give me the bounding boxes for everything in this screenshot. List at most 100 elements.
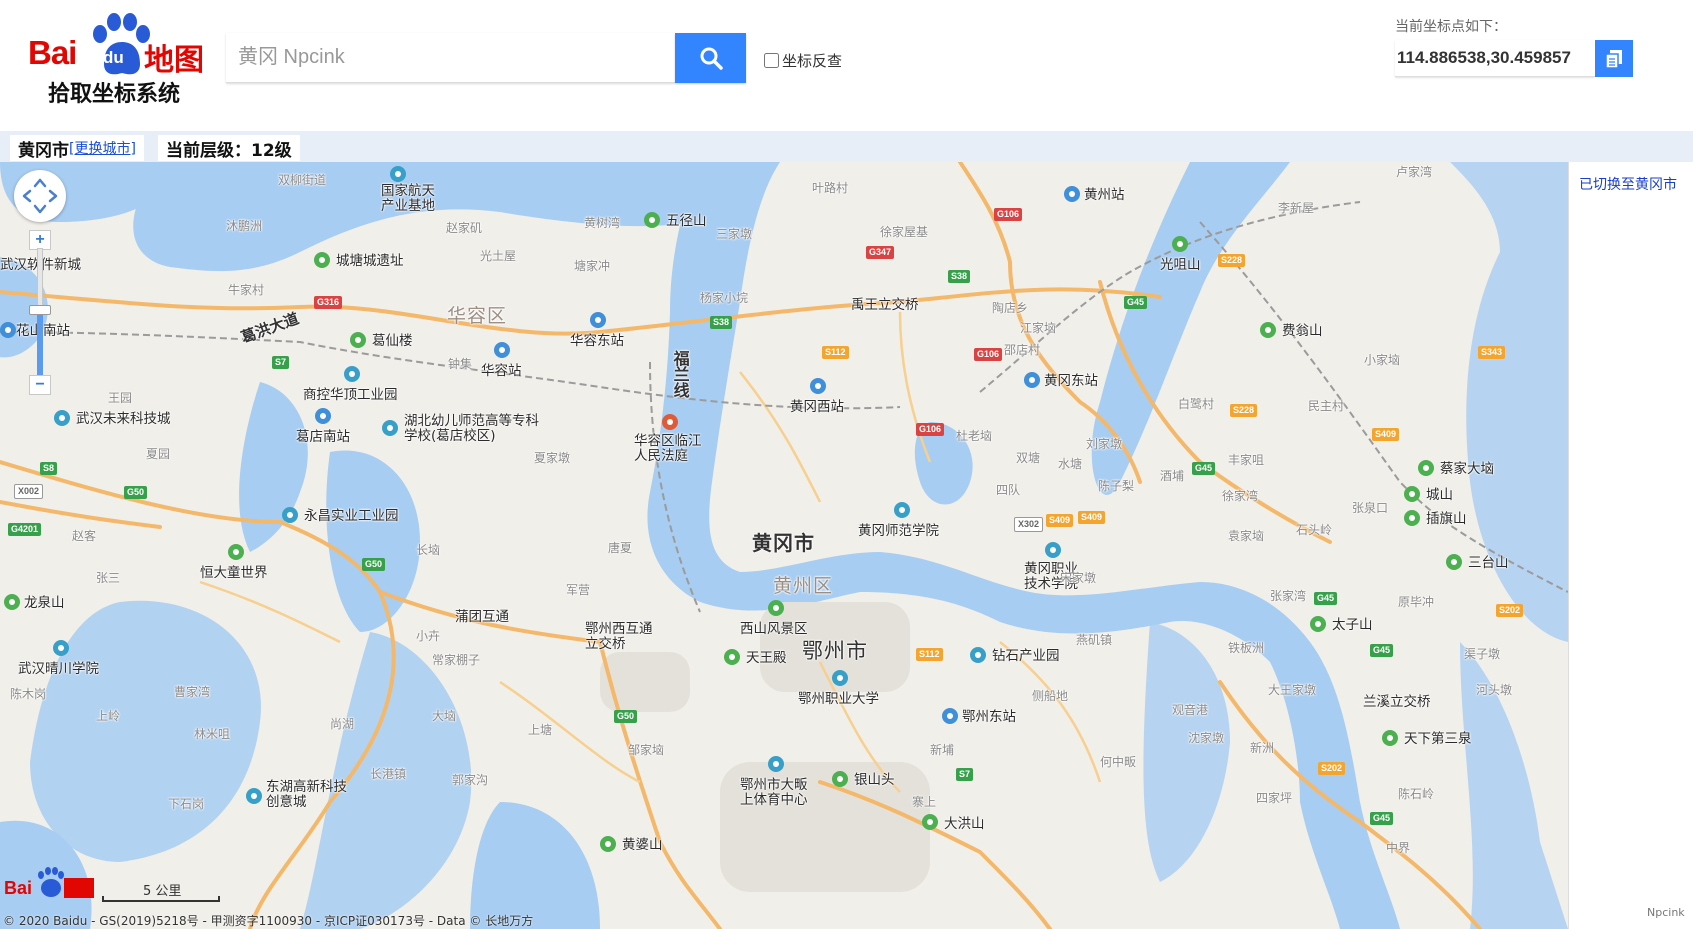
map-label-place: 军营 — [566, 583, 591, 597]
map-label-huashan-south-station: 花山南站 — [16, 323, 70, 339]
map-label-place: 观音港 — [1172, 703, 1209, 717]
road-shield-s228: S228 — [1230, 404, 1258, 417]
gym-marker-icon[interactable] — [768, 756, 784, 772]
baidu-map-mini-logo: Bai — [4, 867, 94, 898]
map-label-place: 中界 — [1386, 841, 1411, 855]
map-label-place: 邵店村 — [1004, 343, 1041, 357]
scenic-marker-icon[interactable] — [922, 814, 938, 830]
scenic-marker-icon[interactable] — [1172, 236, 1188, 252]
map-label-ezhou-east-station: 鄂州东站 — [962, 709, 1016, 725]
map-label-feiwengshan: 费翁山 — [1282, 323, 1323, 339]
map-canvas[interactable]: 黄冈市 黄州区 鄂州市 华容区 葛洪大道 福兰线 禹王立交桥 蒲团互通 鄂州西互… — [0, 162, 1568, 929]
zoom-slider-handle[interactable] — [29, 305, 51, 315]
map-label-xishan-scenic: 西山风景区 — [740, 621, 808, 637]
road-shield-g45: G45 — [1192, 462, 1216, 475]
scenic-marker-icon[interactable] — [832, 771, 848, 787]
map-label-court: 华容区临江人民法庭 — [634, 433, 702, 464]
map-label-place: 陈子梨 — [1098, 479, 1135, 493]
park-marker-icon[interactable] — [246, 788, 262, 804]
header: Bai du 地图 拾取坐标系统 坐标反查 当前坐标点如下： — [0, 0, 1693, 131]
scenic-marker-icon[interactable] — [1404, 486, 1420, 502]
road-shield-g106: G106 — [916, 423, 945, 436]
court-marker-icon[interactable] — [662, 414, 678, 430]
map-label-huanggang-normal-univ: 黄冈师范学院 — [858, 523, 939, 539]
zoom-in-button[interactable]: + — [29, 230, 51, 250]
scenic-marker-icon[interactable] — [1382, 730, 1398, 746]
map-label-ezhou-city: 鄂州市 — [802, 639, 868, 663]
road-shield-g106: G106 — [974, 348, 1003, 361]
map-label-place: 下石岗 — [168, 797, 205, 811]
scenic-marker-icon[interactable] — [350, 332, 366, 348]
scenic-marker-icon[interactable] — [1404, 510, 1420, 526]
scenic-marker-icon[interactable] — [314, 252, 330, 268]
park-marker-icon[interactable] — [54, 410, 70, 426]
map-label-place: 刘家墩 — [1086, 437, 1123, 451]
station-marker-icon[interactable] — [810, 378, 826, 394]
scenic-marker-icon[interactable] — [724, 649, 740, 665]
svg-text:Bai: Bai — [4, 878, 32, 898]
school-marker-icon[interactable] — [53, 640, 69, 656]
pan-control[interactable] — [14, 170, 66, 222]
map-label-huangzhou-district: 黄州区 — [773, 575, 834, 597]
park-marker-icon[interactable] — [282, 507, 298, 523]
map-label-place: 夏园 — [146, 447, 171, 461]
school-marker-icon[interactable] — [1045, 542, 1061, 558]
road-shield-s202: S202 — [1496, 604, 1524, 617]
map-label-place: 唐夏 — [608, 541, 633, 555]
change-city-link[interactable]: [更换城市] — [69, 138, 136, 158]
station-marker-icon[interactable] — [590, 312, 606, 328]
reverse-lookup-toggle[interactable]: 坐标反查 — [764, 50, 842, 71]
scenic-marker-icon[interactable] — [1418, 460, 1434, 476]
search-icon — [700, 47, 723, 70]
reverse-lookup-checkbox[interactable] — [764, 53, 779, 68]
station-marker-icon[interactable] — [1024, 372, 1040, 388]
park-marker-icon[interactable] — [390, 166, 406, 182]
zoom-slider-fill — [37, 308, 43, 375]
scenic-marker-icon[interactable] — [1446, 554, 1462, 570]
search-button[interactable] — [675, 33, 746, 83]
zoom-out-button[interactable]: − — [29, 375, 51, 395]
road-shield-g50: G50 — [362, 558, 386, 571]
scenic-marker-icon[interactable] — [1310, 616, 1326, 632]
map-label-place: 江家垴 — [1020, 321, 1057, 335]
coord-output-field[interactable] — [1395, 40, 1595, 77]
map-label-donghu-hi-tech: 东湖高新科技创意城 — [266, 779, 347, 810]
map-label-place: 三家墩 — [716, 227, 753, 241]
road-shield-s202: S202 — [1318, 762, 1346, 775]
map-label-place: 林米咀 — [194, 727, 231, 741]
map-label-ezhou-gym: 鄂州市大畈上体育中心 — [740, 777, 808, 808]
park-marker-icon[interactable] — [970, 647, 986, 663]
school-marker-icon[interactable] — [382, 420, 398, 436]
map-label-place: 四队 — [996, 483, 1021, 497]
scenic-marker-icon[interactable] — [600, 836, 616, 852]
scenic-marker-icon[interactable] — [644, 212, 660, 228]
road-shield-x002: X002 — [14, 484, 44, 499]
baidu-map-logo[interactable]: Bai du 地图 拾取坐标系统 — [28, 12, 208, 108]
map-label-place: 黄树湾 — [584, 216, 621, 230]
road-shield-g50: G50 — [614, 710, 638, 723]
map-label-huanggang-west-station: 黄冈西站 — [790, 399, 844, 415]
station-marker-icon[interactable] — [0, 322, 16, 338]
road-shield-g45: G45 — [1370, 644, 1394, 657]
station-marker-icon[interactable] — [494, 342, 510, 358]
station-marker-icon[interactable] — [315, 408, 331, 424]
map-label-place: 陈木岗 — [10, 687, 47, 701]
station-marker-icon[interactable] — [942, 708, 958, 724]
map-label-chaqishan: 插旗山 — [1426, 511, 1467, 527]
road-shield-g50: G50 — [124, 486, 148, 499]
scenic-marker-icon[interactable] — [768, 600, 784, 616]
map-label-place: 长港镇 — [370, 767, 407, 781]
map-label-yuwang-interchange: 禹王立交桥 — [851, 297, 919, 313]
map-label-wuguishan: 五径山 — [666, 213, 707, 229]
park-marker-icon[interactable] — [344, 366, 360, 382]
school-marker-icon[interactable] — [832, 670, 848, 686]
scenic-marker-icon[interactable] — [1260, 322, 1276, 338]
school-marker-icon[interactable] — [894, 502, 910, 518]
copy-coord-button[interactable] — [1595, 40, 1633, 77]
map-label-huarong-station: 华容站 — [481, 363, 522, 379]
search-input[interactable] — [226, 33, 675, 83]
station-marker-icon[interactable] — [1064, 186, 1080, 202]
scenic-marker-icon[interactable] — [228, 544, 244, 560]
map-label-place: 卢家湾 — [1396, 165, 1433, 179]
scenic-marker-icon[interactable] — [4, 594, 20, 610]
